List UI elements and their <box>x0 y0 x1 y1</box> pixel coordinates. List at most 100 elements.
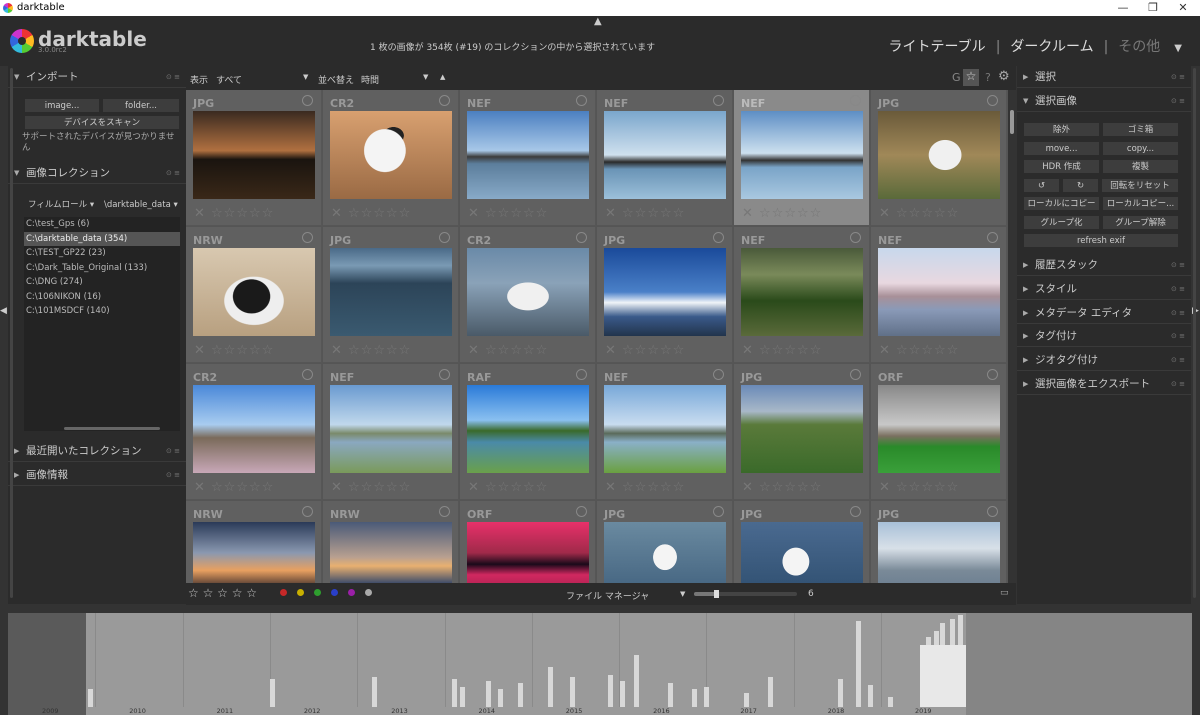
zoom-slider[interactable] <box>694 590 797 598</box>
color-label-dot[interactable] <box>297 589 304 596</box>
group-button[interactable]: グループ化 <box>1023 214 1100 230</box>
thumbnail-image[interactable] <box>330 385 452 473</box>
group-icon[interactable] <box>713 369 724 380</box>
thumbnail-cell[interactable]: JPG✕ ☆☆☆☆☆ <box>323 227 459 363</box>
rating-stars[interactable]: ✕ ☆☆☆☆☆ <box>879 206 959 221</box>
overlays-star-icon[interactable]: ☆ <box>963 69 979 86</box>
color-label-dot[interactable] <box>348 589 355 596</box>
group-icon[interactable] <box>576 232 587 243</box>
thumbnail-cell[interactable]: JPG✕ ☆☆☆☆☆ <box>597 227 733 363</box>
thumbnail-image[interactable] <box>193 522 315 583</box>
rotate-ccw-button[interactable]: ↺ <box>1023 177 1060 193</box>
group-icon[interactable] <box>439 95 450 106</box>
copy-local-button[interactable]: ローカルにコピー <box>1023 196 1100 211</box>
views-dropdown-icon[interactable]: ▼ <box>1174 43 1182 54</box>
module-header[interactable]: ▶ 選択画像をエクスポート ⊙ ≡ <box>1017 373 1191 395</box>
module-header[interactable]: ▶ タグ付け ⊙ ≡ <box>1017 325 1191 348</box>
thumbnail-image[interactable] <box>604 111 726 199</box>
group-icon[interactable] <box>439 506 450 517</box>
thumbnail-cell[interactable]: RAF ✕ ☆☆☆☆☆ <box>460 364 596 500</box>
rotate-cw-button[interactable]: ↻ <box>1062 177 1099 193</box>
collapse-top-arrow-icon[interactable]: ▲ <box>594 16 602 27</box>
rating-stars[interactable]: ✕ ☆☆☆☆☆ <box>468 343 548 358</box>
move-button[interactable]: move... <box>1023 140 1100 156</box>
zoom-slider-handle[interactable] <box>714 590 719 598</box>
thumbnail-cell[interactable]: NEF ✕ ☆☆☆☆☆ <box>597 364 733 500</box>
filmroll-item[interactable]: C:\DNG (274) <box>24 275 180 290</box>
module-recent-header[interactable]: ▶ 最近開いたコレクション ⊙ ≡ <box>8 440 186 462</box>
rating-stars[interactable]: ✕ ☆☆☆☆☆ <box>605 343 685 358</box>
thumbnail-image[interactable] <box>604 522 726 583</box>
filmroll-filter-select[interactable]: フィルムロール ▾ <box>28 200 94 211</box>
thumbnail-cell[interactable]: CR2 ✕ ☆☆☆☆☆ <box>186 364 322 500</box>
thumbnail-image[interactable] <box>193 111 315 199</box>
thumbnail-cell[interactable]: JPG✕ ☆☆☆☆☆ <box>734 501 870 583</box>
duplicate-button[interactable]: 複製 <box>1102 159 1179 174</box>
group-icon[interactable] <box>850 95 861 106</box>
thumbnail-cell[interactable]: NEF ✕ ☆☆☆☆☆ <box>597 90 733 226</box>
filmroll-item[interactable]: C:\Dark_Table_Original (133) <box>24 261 180 276</box>
thumbnail-cell[interactable]: ORF ✕ ☆☆☆☆☆ <box>871 364 1007 500</box>
timeline[interactable]: 2009 2010 2011 2012 2013 2014 2015 2016 2017 2018… <box>8 613 1192 715</box>
scan-devices-button[interactable]: デバイスをスキャン <box>24 115 180 130</box>
group-icon[interactable] <box>302 506 313 517</box>
group-icon[interactable] <box>302 369 313 380</box>
module-info-header[interactable]: ▶ 画像情報 ⊙ ≡ <box>8 464 186 486</box>
filmroll-item[interactable]: C:\106NIKON (16) <box>24 290 180 305</box>
group-icon[interactable] <box>987 95 998 106</box>
rating-stars[interactable]: ✕ ☆☆☆☆☆ <box>605 480 685 495</box>
resync-local-button[interactable]: ローカルコピー... <box>1102 196 1179 211</box>
zoom-value[interactable]: 6 <box>808 589 814 599</box>
ungroup-button[interactable]: グループ解除 <box>1102 214 1179 230</box>
rating-stars[interactable]: ✕ ☆☆☆☆☆ <box>742 480 822 495</box>
module-header[interactable]: ▶ 履歴スタック ⊙ ≡ <box>1017 254 1191 276</box>
thumbnail-image[interactable] <box>467 522 589 583</box>
module-header[interactable]: ▶ スタイル ⊙ ≡ <box>1017 278 1191 300</box>
preferences-gear-icon[interactable]: ⚙ <box>998 69 1010 84</box>
group-icon[interactable] <box>576 95 587 106</box>
thumbnail-cell[interactable]: NEF ✕ ☆☆☆☆☆ <box>871 227 1007 363</box>
thumbnail-image[interactable] <box>193 385 315 473</box>
filmroll-hscrollbar[interactable] <box>64 427 160 430</box>
group-icon[interactable] <box>850 506 861 517</box>
left-panel-scrollbar[interactable] <box>10 68 13 598</box>
thumbnail-cell[interactable]: JPG✕ ☆☆☆☆☆ <box>871 90 1007 226</box>
thumbnail-cell[interactable]: NEF ✕ ☆☆☆☆☆ <box>734 90 870 226</box>
close-button[interactable]: ✕ <box>1168 0 1198 16</box>
group-icon[interactable] <box>713 506 724 517</box>
view-other[interactable]: その他 <box>1118 39 1160 55</box>
thumbnail-cell[interactable]: CR2 ✕ ☆☆☆☆☆ <box>460 227 596 363</box>
thumbnail-cell[interactable]: JPG✕ ☆☆☆☆☆ <box>597 501 733 583</box>
import-folder-button[interactable]: folder... <box>102 98 180 113</box>
thumbnail-cell[interactable]: JPG✕ ☆☆☆☆☆ <box>186 90 322 226</box>
thumbnail-cell[interactable]: JPG✕ ☆☆☆☆☆ <box>734 364 870 500</box>
thumbnail-image[interactable] <box>741 111 863 199</box>
grouping-toggle[interactable]: G <box>952 71 961 84</box>
sort-select[interactable]: 時間 <box>361 73 379 86</box>
rating-stars[interactable]: ✕ ☆☆☆☆☆ <box>468 480 548 495</box>
group-icon[interactable] <box>576 369 587 380</box>
thumbnail-image[interactable] <box>741 248 863 336</box>
thumbnail-cell[interactable]: NRW✕ ☆☆☆☆☆ <box>323 501 459 583</box>
rating-stars[interactable]: ✕ ☆☆☆☆☆ <box>194 343 274 358</box>
remove-button[interactable]: 除外 <box>1023 122 1100 137</box>
thumbnail-image[interactable] <box>604 248 726 336</box>
group-icon[interactable] <box>713 95 724 106</box>
thumbnail-image[interactable] <box>467 385 589 473</box>
show-filter-select[interactable]: すべて <box>216 73 242 86</box>
rating-stars[interactable]: ✕ ☆☆☆☆☆ <box>742 343 822 358</box>
rating-stars[interactable]: ✕ ☆☆☆☆☆ <box>331 206 411 221</box>
thumbnail-cell[interactable]: NEF ✕ ☆☆☆☆☆ <box>734 227 870 363</box>
thumbnail-image[interactable] <box>467 248 589 336</box>
refresh-exif-button[interactable]: refresh exif <box>1023 233 1179 248</box>
sort-order-icon[interactable]: ▲ <box>440 73 445 81</box>
minimize-button[interactable]: — <box>1108 0 1138 16</box>
help-icon[interactable]: ? <box>985 71 991 84</box>
thumbnail-image[interactable] <box>467 111 589 199</box>
filmroll-item[interactable]: C:\TEST_GP22 (23) <box>24 246 180 261</box>
maximize-button[interactable]: ❐ <box>1138 0 1168 16</box>
view-lighttable[interactable]: ライトテーブル <box>889 39 986 55</box>
module-import-header[interactable]: ▼ インポート ⊙ ≡ <box>8 66 186 88</box>
create-hdr-button[interactable]: HDR 作成 <box>1023 159 1100 174</box>
rating-stars[interactable]: ✕ ☆☆☆☆☆ <box>605 206 685 221</box>
